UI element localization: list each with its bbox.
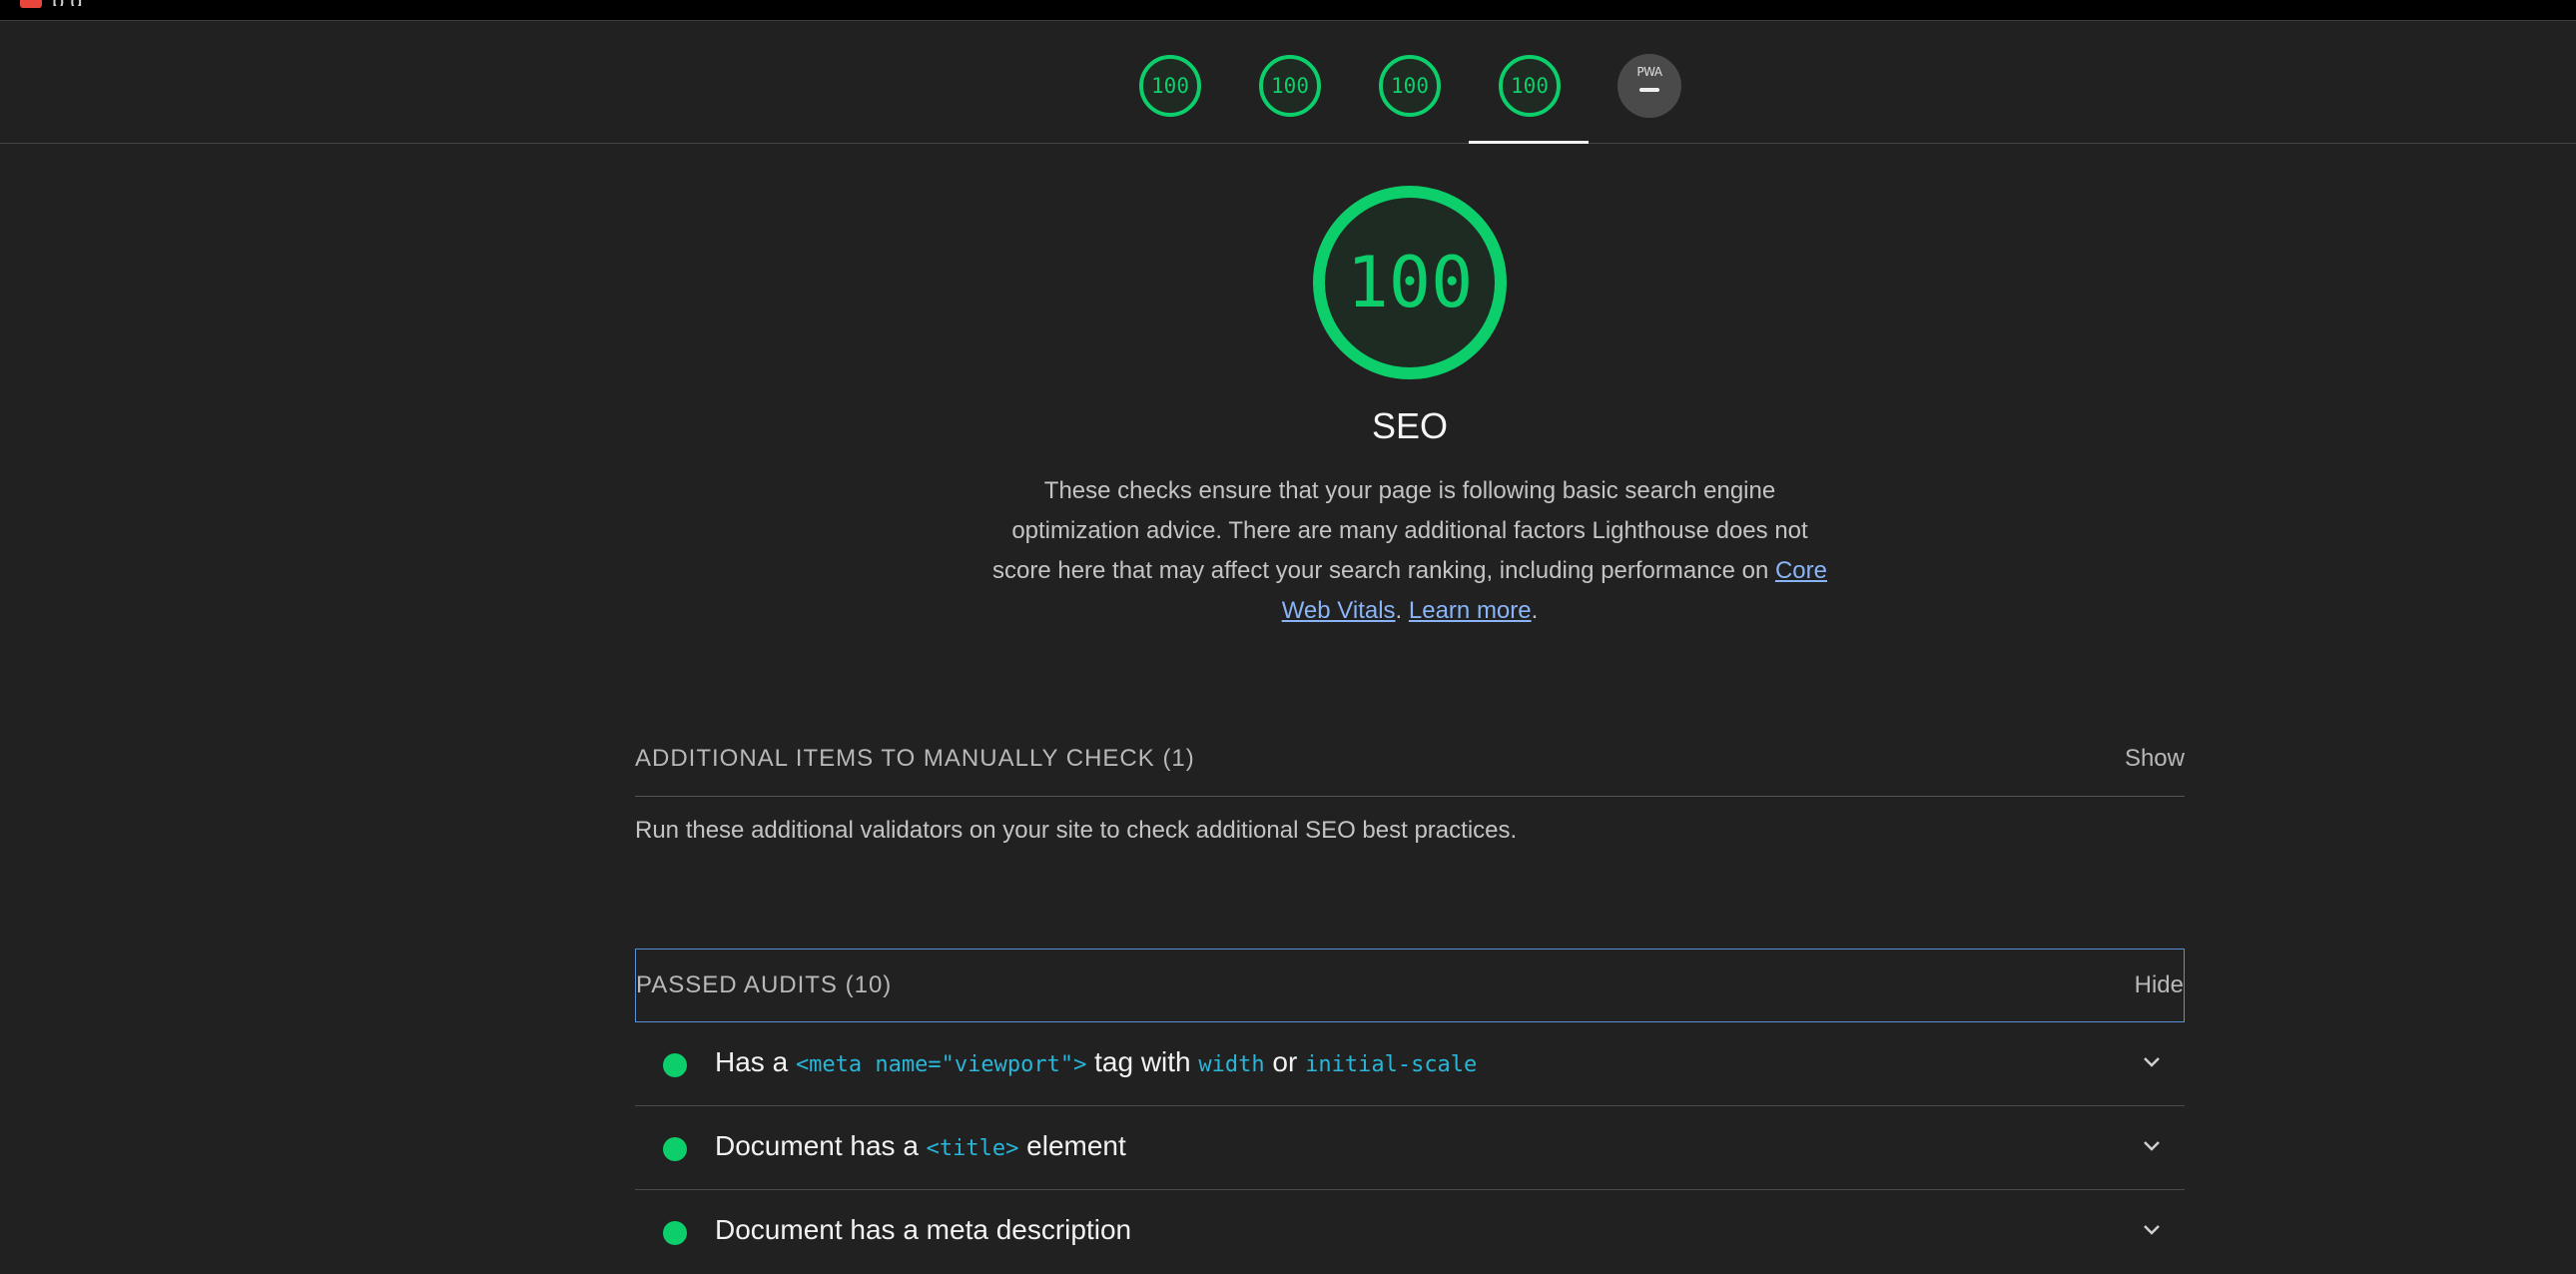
nav-score: 100 [1391,74,1429,98]
end-period: . [1531,597,1539,624]
audit-code: <title> [926,1136,1019,1161]
chevron-down-icon[interactable] [2141,1218,2163,1240]
nav-pwa-badge[interactable]: PWA [1617,54,1681,118]
audit-title: Document has a meta description [715,1214,1132,1245]
pwa-label: PWA [1636,65,1662,79]
hide-toggle-button[interactable]: Hide [2135,971,2184,999]
passed-audits-title: Passed audits (10) [636,971,893,998]
audit-title: Has a <meta name="viewport"> tag with wi… [715,1046,1477,1078]
audit-code: initial-scale [1305,1052,1478,1077]
category-nav: 100 100 100 100 PWA [0,21,2576,144]
learn-more-link[interactable]: Learn more [1409,597,1532,624]
nav-score: 100 [1511,74,1549,98]
audit-text: tag with [1086,1046,1199,1077]
passed-audits-header[interactable]: Passed audits (10) Hide [635,949,2185,1022]
audit-code: width [1198,1052,1265,1077]
category-description: These checks ensure that your page is fo… [988,471,1831,631]
audit-text: or [1264,1046,1306,1077]
nav-score: 100 [1151,74,1189,98]
chevron-down-icon[interactable] [2141,1050,2163,1072]
category-title: SEO [1371,405,1449,446]
manual-checks-description: Run these additional validators on your … [635,817,1518,844]
audit-row-meta-description[interactable]: Document has a meta description [635,1190,2185,1274]
audit-row-document-title[interactable]: Document has a <title> element [635,1106,2185,1190]
nav-gauge-best-practices[interactable]: 100 [1378,54,1442,118]
pass-indicator-icon [663,1137,687,1161]
active-tab-indicator [1469,141,1589,144]
audit-text: Document has a [715,1130,927,1161]
nav-gauge-accessibility[interactable]: 100 [1258,54,1322,118]
audit-code: <meta name="viewport"> [795,1052,1087,1077]
category-score: 100 [1346,242,1474,323]
audit-text: Has a [715,1046,796,1077]
separator-text: . [1395,597,1409,624]
category-description-text: These checks ensure that your page is fo… [991,477,1808,584]
audit-text: element [1018,1130,1126,1161]
audit-title: Document has a <title> element [715,1130,1126,1162]
nav-gauge-performance[interactable]: 100 [1138,54,1202,118]
pass-indicator-icon [663,1221,687,1245]
manual-checks-title: Additional items to manually check (1) [635,745,1195,772]
chevron-down-icon[interactable] [2141,1134,2163,1156]
nav-gauge-seo[interactable]: 100 [1498,54,1562,118]
pwa-dash-icon [1639,88,1659,92]
browser-top-bar: p g [0,0,2576,21]
audit-row-viewport[interactable]: Has a <meta name="viewport"> tag with wi… [635,1022,2185,1106]
lighthouse-logo-icon [20,0,42,8]
window-title-fragment: p g [52,0,83,6]
manual-checks-header[interactable]: Additional items to manually check (1) S… [635,723,2185,797]
category-score-gauge: 100 [1311,184,1509,381]
pass-indicator-icon [663,1053,687,1077]
nav-score: 100 [1271,74,1309,98]
show-toggle-button[interactable]: Show [2125,745,2185,773]
